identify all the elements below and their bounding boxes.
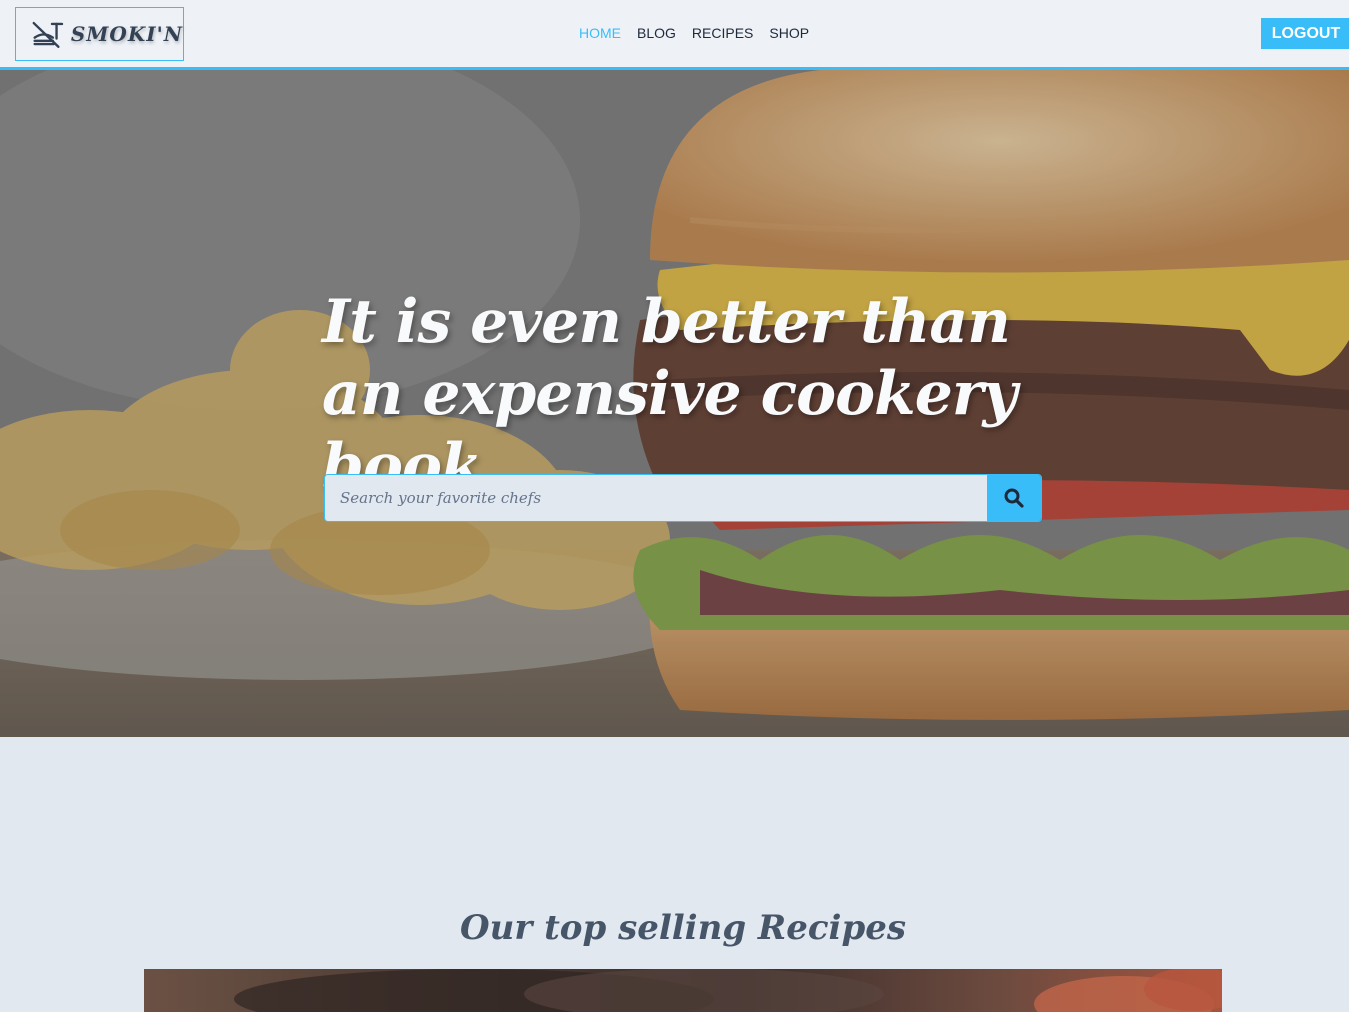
top-recipe-image[interactable] bbox=[144, 969, 1222, 1012]
chef-search-input[interactable] bbox=[325, 475, 987, 521]
logo-text: SMOKI'N bbox=[70, 22, 183, 46]
nav-home[interactable]: HOME bbox=[579, 25, 621, 41]
nav-recipes[interactable]: RECIPES bbox=[692, 25, 753, 41]
nav-shop[interactable]: SHOP bbox=[769, 25, 809, 41]
search-button[interactable] bbox=[987, 475, 1041, 521]
logo[interactable]: SMOKI'N bbox=[15, 7, 184, 61]
search-icon bbox=[1004, 488, 1024, 508]
logout-button[interactable]: LOGOUT bbox=[1261, 18, 1349, 49]
nav-blog[interactable]: BLOG bbox=[637, 25, 676, 41]
hero-section: It is even better than an expensive cook… bbox=[0, 70, 1349, 737]
site-header: SMOKI'N HOME BLOG RECIPES SHOP LOGOUT bbox=[0, 0, 1349, 70]
recipe-image-art bbox=[234, 969, 1222, 1012]
main-nav: HOME BLOG RECIPES SHOP bbox=[579, 25, 809, 41]
top-recipes-heading: Our top selling Recipes bbox=[460, 908, 906, 948]
chef-search-form bbox=[324, 474, 1042, 522]
hero-title: It is even better than an expensive cook… bbox=[322, 287, 1017, 501]
no-food-icon bbox=[32, 21, 64, 48]
